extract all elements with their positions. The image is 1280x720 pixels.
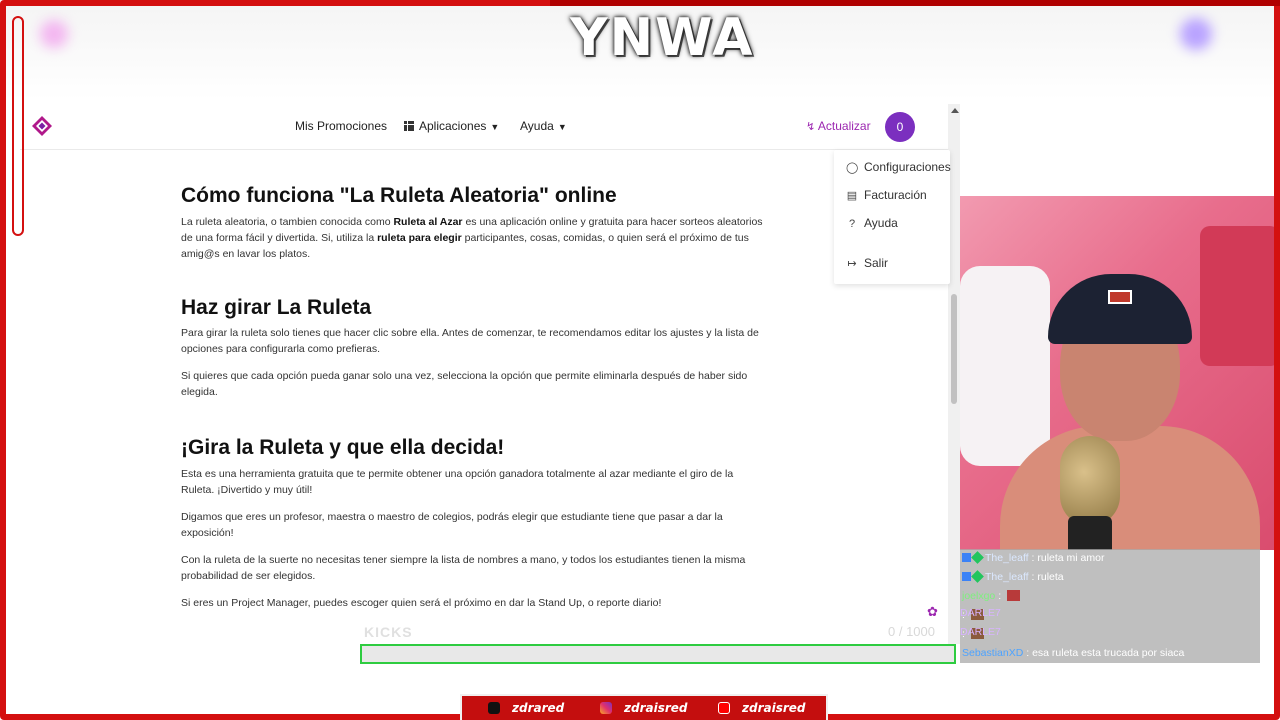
grid-icon xyxy=(404,121,414,131)
social-handle: zdraisred xyxy=(624,701,688,715)
paragraph-luck: Con la ruleta de la suerte no necesitas … xyxy=(181,554,746,582)
lightning-icon: ↯ xyxy=(806,121,816,133)
chat-message: DARLE7 : xyxy=(960,625,1260,644)
stream-chat: The_leaff : ruleta mi amor The_leaff : r… xyxy=(960,549,1260,664)
badge-icon xyxy=(971,570,984,583)
kicks-count: 0 / 1000 xyxy=(888,624,935,639)
paragraph-teacher: Digamos que eres un profesor, maestra o … xyxy=(181,511,723,539)
chat-text: ruleta mi amor xyxy=(1037,552,1105,564)
chat-text: esa ruleta esta trucada por siaca xyxy=(1032,647,1185,659)
youtube-icon xyxy=(718,702,730,714)
paragraph-once: Si quieres que cada opción pueda ganar s… xyxy=(181,370,748,398)
chat-message: SebastianXD : esa ruleta esta trucada po… xyxy=(960,644,1260,663)
paragraph-project-manager: Si eres un Project Manager, puedes escog… xyxy=(181,597,662,609)
webcam-feed xyxy=(960,196,1280,550)
menu-item-logout[interactable]: ↦ Salir xyxy=(846,256,888,270)
bold-text: Ruleta al Azar xyxy=(393,216,463,228)
menu-item-help[interactable]: ? Ayuda xyxy=(846,216,898,230)
instagram-icon xyxy=(600,702,612,714)
upgrade-label: Actualizar xyxy=(817,119,871,133)
paragraph-spin: Para girar la ruleta solo tienes que hac… xyxy=(181,327,759,355)
nav-my-promotions[interactable]: Mis Promociones xyxy=(295,119,387,133)
help-icon: ? xyxy=(848,218,856,230)
heading-how-it-works: Cómo funciona "La Ruleta Aleatoria" onli… xyxy=(181,184,617,207)
background-chair xyxy=(1200,226,1280,366)
social-handle: zdrared xyxy=(512,701,565,715)
user-avatar[interactable]: 0 xyxy=(885,112,915,142)
text: La ruleta aleatoria, o tambien conocida … xyxy=(181,216,394,228)
menu-item-billing[interactable]: ▤ Facturación xyxy=(846,188,927,202)
scrollbar-thumb[interactable] xyxy=(951,294,957,404)
bold-text: ruleta para elegir xyxy=(377,231,462,244)
site-navbar: Mis Promociones Aplicaciones ▼ Ayuda ▼ ↯ A… xyxy=(20,104,960,150)
chat-message: The_leaff : ruleta mi amor xyxy=(960,549,1260,568)
chat-username: The_leaff xyxy=(985,552,1029,564)
menu-item-settings-label: Configuraciones xyxy=(864,160,951,174)
nav-help[interactable]: Ayuda ▼ xyxy=(520,119,567,133)
background-blur-spot xyxy=(1180,18,1212,50)
user-dropdown-menu: ◯ Configuraciones ▤ Facturación ? Ayuda ↦ Sa… xyxy=(834,150,951,284)
paragraph-free-tool: Esta es una herramienta gratuita que te … xyxy=(181,468,734,496)
cap-logo-icon xyxy=(1108,290,1132,304)
streamer-cap xyxy=(1048,274,1192,344)
browser-viewport: Mis Promociones Aplicaciones ▼ Ayuda ▼ ↯ A… xyxy=(20,104,960,664)
menu-item-settings[interactable]: ◯ Configuraciones xyxy=(846,160,951,174)
chat-message: The_leaff : ruleta xyxy=(960,568,1260,587)
badge-icon xyxy=(971,551,984,564)
tiktok-icon xyxy=(488,702,500,714)
site-logo-icon[interactable] xyxy=(32,116,52,136)
chat-username: DARLE7 xyxy=(960,607,1001,619)
upgrade-link[interactable]: ↯ Actualizar xyxy=(806,119,871,133)
chat-message: DARLE7 : xyxy=(960,606,1260,625)
chat-username: SebastianXD xyxy=(962,647,1024,659)
microphone-icon xyxy=(1060,436,1120,526)
microphone-stand xyxy=(1068,516,1112,550)
badge-icon xyxy=(962,572,971,581)
heading-let-it-decide: ¡Gira la Ruleta y que ella decida! xyxy=(181,436,505,459)
social-instagram: zdraisred xyxy=(600,701,688,715)
chat-message: joelxgo : xyxy=(960,587,1260,606)
kicks-progress-bar xyxy=(360,644,956,664)
paragraph-intro: La ruleta aleatoria, o tambien conocida … xyxy=(181,215,769,262)
brain-icon[interactable]: ✿ xyxy=(927,604,938,620)
badge-icon xyxy=(962,553,971,562)
logout-icon: ↦ xyxy=(847,258,857,270)
frame-left-accent xyxy=(12,16,24,236)
social-youtube: zdraisred xyxy=(718,701,806,715)
nav-applications[interactable]: Aplicaciones ▼ xyxy=(404,119,499,133)
chat-text: ruleta xyxy=(1037,571,1064,583)
nav-applications-label: Aplicaciones xyxy=(419,119,487,133)
background-blur-spot xyxy=(40,20,68,48)
heading-spin-wheel: Haz girar La Ruleta xyxy=(181,296,372,319)
social-handle: zdraisred xyxy=(742,701,806,715)
menu-item-help-label: Ayuda xyxy=(864,216,898,230)
chat-username: The_leaff xyxy=(985,571,1029,583)
nav-help-label: Ayuda xyxy=(520,119,554,133)
user-icon: ◯ xyxy=(846,162,859,174)
chat-username: joelxgo xyxy=(962,590,996,602)
social-tiktok: zdrared xyxy=(488,701,564,715)
menu-item-logout-label: Salir xyxy=(864,256,889,270)
menu-item-billing-label: Facturación xyxy=(864,188,927,202)
scroll-up-arrow-icon[interactable] xyxy=(951,108,959,113)
chat-username: DARLE7 xyxy=(960,626,1001,638)
chevron-down-icon: ▼ xyxy=(490,122,500,132)
frame-top-accent xyxy=(550,0,1280,6)
kicks-label: KICKS xyxy=(364,624,413,640)
gaming-chair xyxy=(960,266,1050,466)
ynwa-logo: YNWA xyxy=(570,8,755,68)
billing-icon: ▤ xyxy=(846,190,858,202)
emote-icon xyxy=(1007,590,1021,601)
social-handles-bar: zdrared zdraisred zdraisred xyxy=(460,694,828,720)
chevron-down-icon: ▼ xyxy=(557,122,567,132)
